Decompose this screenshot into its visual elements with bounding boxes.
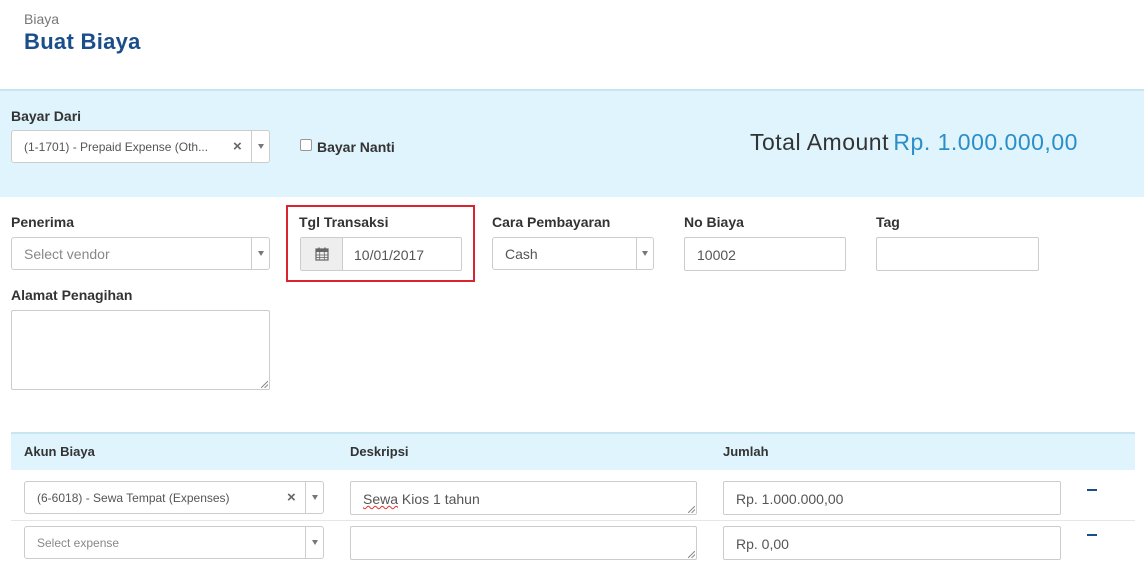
description-word-misspelled: Sewa [363,491,399,507]
description-value: Sewa Kios 1 tahun [363,491,480,507]
recipient-select[interactable]: Select vendor [11,237,270,270]
expense-account-value: (6-6018) - Sewa Tempat (Expenses) [37,491,230,505]
total-amount-value: Rp. 1.000.000,00 [893,129,1078,155]
expense-account-placeholder: Select expense [37,536,120,550]
amount-value: Rp. 0,00 [736,536,789,552]
billing-address-label: Alamat Penagihan [11,287,133,303]
payment-method-select[interactable]: Cash [492,237,654,270]
resize-handle-icon[interactable] [688,506,695,513]
payment-method-label: Cara Pembayaran [492,214,611,230]
chevron-down-icon[interactable] [258,251,264,256]
pay-from-value: (1-1701) - Prepaid Expense (Oth... [24,140,209,154]
pay-from-select[interactable]: (1-1701) - Prepaid Expense (Oth... × [11,130,270,163]
select-separator [305,482,306,513]
close-icon[interactable]: × [287,489,296,506]
expense-table-header [11,432,1135,470]
calendar-icon [315,247,329,261]
minus-icon[interactable] [1087,534,1097,536]
select-separator [305,527,306,558]
column-header-description: Deskripsi [350,444,409,459]
description-textarea[interactable] [350,526,697,560]
amount-input[interactable]: Rp. 1.000.000,00 [723,481,1061,515]
select-separator [251,238,252,269]
transaction-date-label: Tgl Transaksi [299,214,389,230]
chevron-down-icon[interactable] [642,251,648,256]
page-title: Buat Biaya [24,29,141,54]
calendar-button[interactable] [301,238,343,270]
description-textarea[interactable]: Sewa Kios 1 tahun [350,481,697,515]
select-separator [251,131,252,162]
billing-address-textarea[interactable] [11,310,270,390]
recipient-placeholder: Select vendor [24,246,110,262]
transaction-date-field[interactable]: 10/01/2017 [300,237,462,271]
amount-value: Rp. 1.000.000,00 [736,491,844,507]
amount-input[interactable]: Rp. 0,00 [723,526,1061,560]
column-header-amount: Jumlah [723,444,769,459]
breadcrumb[interactable]: Biaya [24,11,59,27]
expense-no-input[interactable]: 10002 [684,237,846,271]
total-amount: Total Amount Rp. 1.000.000,00 [750,129,1078,156]
close-icon[interactable]: × [233,138,242,155]
expense-account-select[interactable]: (6-6018) - Sewa Tempat (Expenses) × [24,481,324,514]
expense-account-select[interactable]: Select expense [24,526,324,559]
total-amount-label: Total Amount [750,129,889,155]
select-separator [636,238,637,269]
column-header-account: Akun Biaya [24,444,95,459]
row-divider [11,520,1135,521]
expense-no-label: No Biaya [684,214,744,230]
pay-later-checkbox[interactable] [300,139,312,151]
pay-later-label: Bayar Nanti [317,139,395,155]
transaction-date-value: 10/01/2017 [354,247,425,263]
description-rest: Kios 1 tahun [398,491,480,507]
chevron-down-icon[interactable] [312,540,318,545]
payment-method-value: Cash [505,246,538,262]
expense-no-value: 10002 [697,247,736,263]
minus-icon[interactable] [1087,489,1097,491]
recipient-label: Penerima [11,214,75,230]
tag-input[interactable] [876,237,1039,271]
chevron-down-icon[interactable] [312,495,318,500]
pay-from-label: Bayar Dari [11,108,82,124]
resize-handle-icon[interactable] [688,551,695,558]
chevron-down-icon[interactable] [258,144,264,149]
resize-handle-icon[interactable] [261,381,268,388]
tag-label: Tag [876,214,900,230]
